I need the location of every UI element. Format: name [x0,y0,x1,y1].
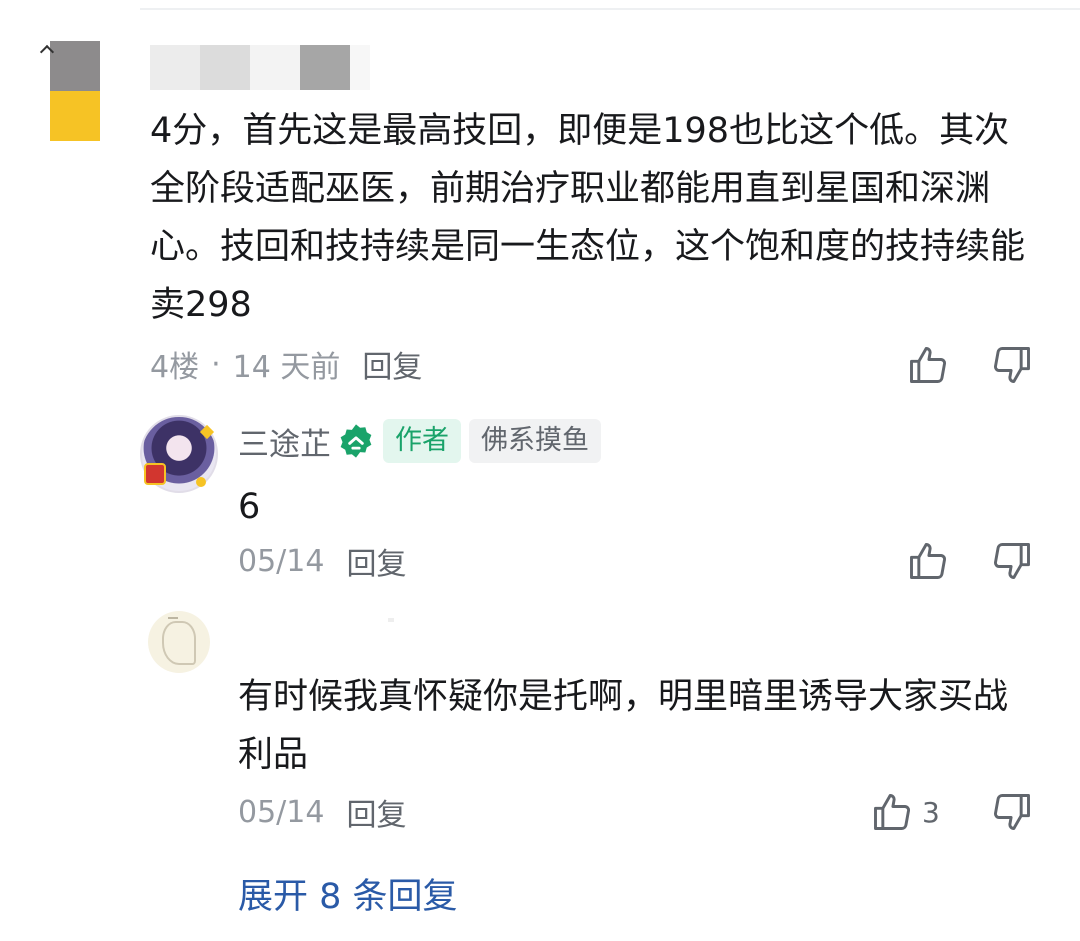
reply1-user-line: 三途芷 作者 佛系摸鱼 [238,418,601,464]
meta-separator: · [211,346,221,382]
avatar-block-top [50,41,100,91]
top-divider [140,8,1080,10]
avatar-sketch [162,621,196,665]
reply1-username[interactable]: 三途芷 [238,419,331,464]
author-tag: 作者 [383,419,461,463]
main-comment-meta: 4楼 · 14 天前 回复 [150,342,422,386]
avatar-star [199,424,215,440]
reply1-like-button[interactable] [906,539,950,583]
thumbs-up-icon [910,347,946,383]
comment-time: 14 天前 [232,350,341,385]
reply2-text: 有时候我真怀疑你是托啊，明里暗里诱导大家买战利品 [238,677,1009,775]
thumbs-up-icon [874,794,910,830]
reply2-meta: 05/14 回复 [238,790,406,834]
avatar-dot [196,477,206,487]
main-dislike-button[interactable] [990,343,1034,387]
reply2-like-button[interactable]: 3 [870,790,940,834]
main-reply-button[interactable]: 回复 [362,342,422,386]
reply1-text: 6 [238,487,261,527]
reply2-dislike-button[interactable] [990,790,1034,834]
thumbs-down-icon [994,794,1030,830]
main-user-avatar[interactable] [39,41,100,141]
main-comment-text: 4分，首先这是最高技回，即便是198也比这个低。其次全阶段适配巫医，前期治疗职业… [150,111,1026,325]
thumbs-up-icon [910,543,946,579]
reply1-user-avatar[interactable] [140,415,218,493]
green-level-badge-icon [340,424,372,458]
reply1-meta: 05/14 回复 [238,539,406,583]
reply1-reply-button[interactable]: 回复 [346,539,406,583]
main-like-button[interactable] [906,343,950,387]
main-username-censored[interactable] [150,45,370,90]
avatar-block-bottom [50,91,100,141]
reply1-date: 05/14 [238,543,325,579]
reply2-reply-button[interactable]: 回复 [346,790,406,834]
fan-medal-tag[interactable]: 佛系摸鱼 [469,419,601,463]
reply1-dislike-button[interactable] [990,539,1034,583]
thumbs-down-icon [994,543,1030,579]
thumbs-down-icon [994,347,1030,383]
reply2-date: 05/14 [238,794,325,830]
reply2-user-avatar[interactable] [148,611,210,673]
avatar-decoration [144,463,166,485]
avatar-mark [168,617,178,625]
floor-number: 4楼 [150,350,200,385]
expand-replies-link[interactable]: 展开 8 条回复 [238,868,458,919]
reply2-username-hidden[interactable] [238,618,398,628]
reply2-like-count: 3 [922,795,940,829]
